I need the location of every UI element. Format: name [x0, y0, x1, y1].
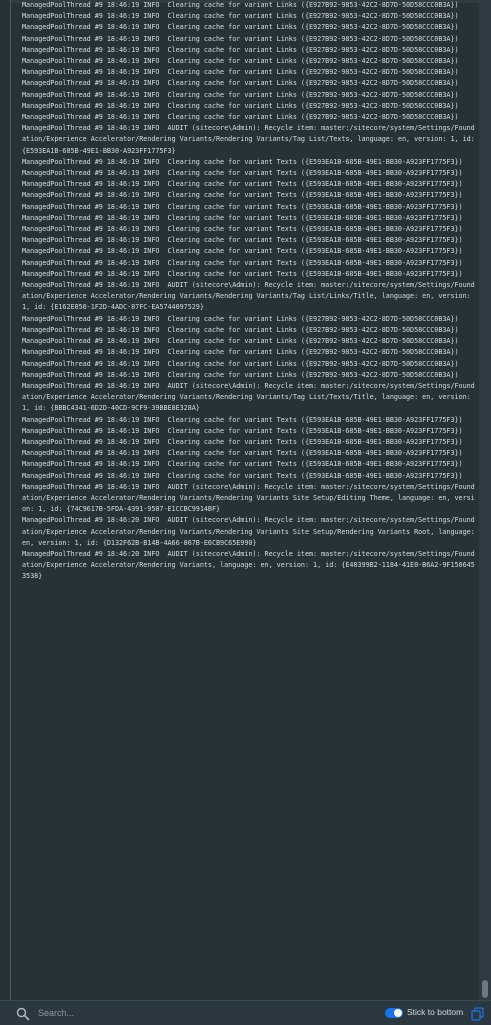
log-line: ManagedPoolThread #9 18:46:19 INFO Clear…: [22, 191, 463, 200]
log-line: ManagedPoolThread #9 18:46:19 INFO Clear…: [22, 169, 463, 178]
log-line: ManagedPoolThread #9 18:46:19 INFO AUDIT…: [22, 482, 475, 514]
log-line: ManagedPoolThread #9 18:46:19 INFO Clear…: [22, 460, 463, 469]
log-line: ManagedPoolThread #9 18:46:19 INFO Clear…: [22, 437, 463, 446]
log-line: ManagedPoolThread #9 18:46:19 INFO AUDIT…: [22, 124, 475, 155]
log-line: ManagedPoolThread #9 18:46:19 INFO Clear…: [22, 180, 463, 189]
left-rail: [0, 0, 11, 1024]
log-line: ManagedPoolThread #9 18:46:19 INFO Clear…: [22, 359, 459, 368]
log-line: ManagedPoolThread #9 18:46:19 INFO Clear…: [22, 213, 463, 222]
scrollbar-thumb[interactable]: [482, 980, 488, 998]
log-line: ManagedPoolThread #9 18:46:19 INFO Clear…: [22, 225, 463, 234]
log-line: ManagedPoolThread #9 18:46:19 INFO Clear…: [22, 415, 463, 424]
log-line: ManagedPoolThread #9 18:46:19 INFO Clear…: [22, 12, 459, 21]
log-line: ManagedPoolThread #9 18:46:19 INFO Clear…: [22, 68, 459, 77]
log-line: ManagedPoolThread #9 18:46:19 INFO Clear…: [22, 113, 459, 122]
stick-to-bottom-toggle[interactable]: [385, 1008, 403, 1018]
log-line: ManagedPoolThread #9 18:46:19 INFO Clear…: [22, 325, 459, 334]
log-line: ManagedPoolThread #9 18:46:19 INFO Clear…: [22, 236, 463, 245]
search-input[interactable]: [38, 1005, 198, 1021]
log-line: ManagedPoolThread #9 18:46:19 INFO Clear…: [22, 258, 463, 267]
log-line: ManagedPoolThread #9 18:46:20 INFO AUDIT…: [22, 516, 475, 547]
log-line: ManagedPoolThread #9 18:46:19 INFO Clear…: [22, 269, 463, 278]
log-line: ManagedPoolThread #9 18:46:19 INFO Clear…: [22, 348, 459, 357]
log-scrollbar[interactable]: [479, 0, 491, 1000]
copy-icon[interactable]: [471, 1006, 484, 1021]
log-line: ManagedPoolThread #9 18:46:19 INFO Clear…: [22, 426, 463, 435]
log-line: ManagedPoolThread #9 18:46:20 INFO AUDIT…: [22, 549, 475, 581]
log-line: ManagedPoolThread #9 18:46:19 INFO Clear…: [22, 90, 459, 99]
log-line: ManagedPoolThread #9 18:46:19 INFO Clear…: [22, 101, 459, 110]
log-line: ManagedPoolThread #9 18:46:19 INFO Clear…: [22, 370, 459, 379]
search-icon: [16, 1006, 30, 1021]
log-line: ManagedPoolThread #9 18:46:19 INFO Clear…: [22, 202, 463, 211]
log-line: ManagedPoolThread #9 18:46:19 INFO Clear…: [22, 337, 459, 346]
log-line: ManagedPoolThread #9 18:46:19 INFO Clear…: [22, 247, 463, 256]
log-line: ManagedPoolThread #9 18:46:19 INFO Clear…: [22, 34, 459, 43]
log-line: ManagedPoolThread #9 18:46:19 INFO Clear…: [22, 79, 459, 88]
log-line: ManagedPoolThread #9 18:46:19 INFO Clear…: [22, 45, 459, 54]
toggle-knob: [394, 1009, 402, 1017]
log-line: ManagedPoolThread #9 18:46:19 INFO Clear…: [22, 314, 459, 323]
log-line: ManagedPoolThread #9 18:46:19 INFO AUDIT…: [22, 381, 475, 413]
log-line: ManagedPoolThread #9 18:46:19 INFO Clear…: [22, 57, 459, 66]
log-line: ManagedPoolThread #9 18:46:19 INFO Clear…: [22, 449, 463, 458]
log-line: ManagedPoolThread #9 18:46:19 INFO Clear…: [22, 23, 459, 32]
log-line: ManagedPoolThread #9 18:46:19 INFO AUDIT…: [22, 281, 475, 312]
stick-to-bottom-label: Stick to bottom: [407, 1007, 464, 1017]
bottom-toolbar: Stick to bottom: [0, 1000, 491, 1025]
log-line: ManagedPoolThread #9 18:46:19 INFO Clear…: [22, 471, 463, 480]
log-output: ManagedPoolThread #9 18:46:19 INFO Clear…: [22, 0, 477, 1000]
log-line: ManagedPoolThread #9 18:46:19 INFO Clear…: [22, 1, 459, 9]
log-line: ManagedPoolThread #9 18:46:19 INFO Clear…: [22, 157, 463, 166]
